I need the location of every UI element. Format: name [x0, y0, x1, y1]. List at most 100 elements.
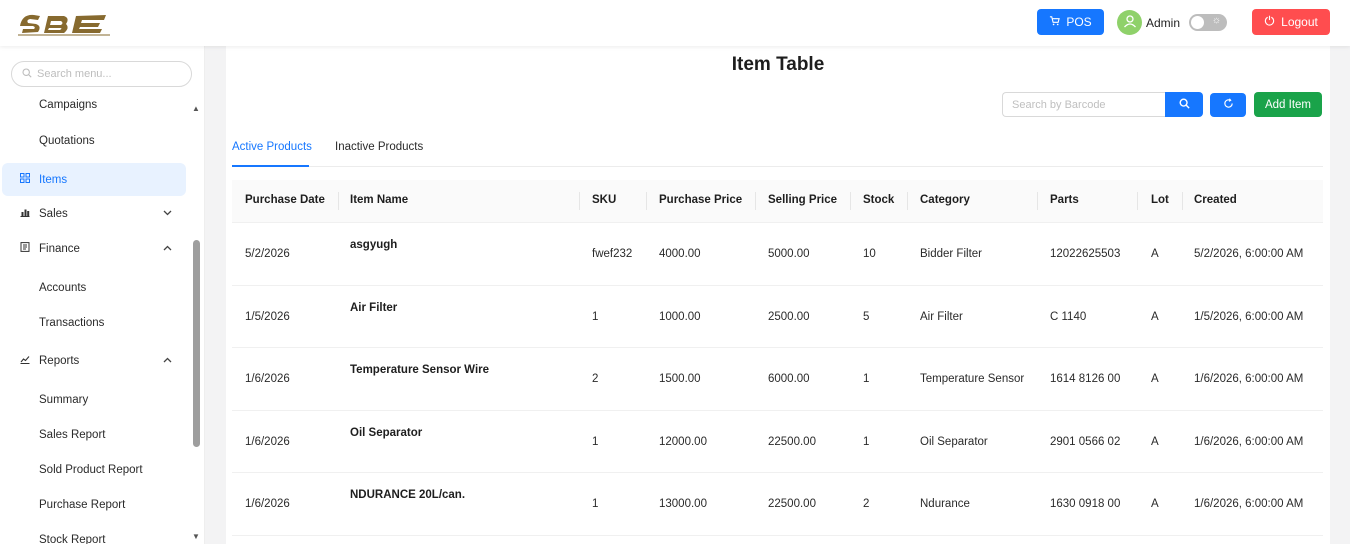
cell-stock: 10 — [863, 248, 876, 260]
cell-parts: 1630 0918 00 — [1050, 498, 1121, 511]
pos-label: POS — [1066, 15, 1092, 29]
sidebar-item-label: Stock Report — [39, 533, 106, 544]
column-divider — [646, 192, 647, 210]
cell-parts: 2901 0566 02 — [1050, 435, 1121, 448]
sidebar-item-transactions[interactable]: Transactions — [0, 306, 186, 339]
table-row[interactable]: 1/5/2026 Air Filter 1 1000.00 2500.00 5 … — [232, 286, 1323, 349]
table-row[interactable]: 1/6/2026 NDURANCE 20L/can. 1 13000.00 22… — [232, 473, 1323, 536]
table-row[interactable]: 5/2/2026 asgyugh fwef232 4000.00 5000.00… — [232, 223, 1323, 286]
col-purchase-date[interactable]: Purchase Date — [245, 194, 325, 206]
cell-created: 1/5/2026, 6:00:00 AM — [1194, 310, 1304, 323]
sidebar-item-label: Purchase Report — [39, 498, 126, 511]
chevron-down-icon — [163, 208, 172, 219]
cell-category: Bidder Filter — [920, 248, 982, 260]
logout-button[interactable]: Logout — [1252, 9, 1330, 35]
sidebar-item-sales-report[interactable]: Sales Report — [0, 418, 186, 451]
sidebar-item-label: Sales Report — [39, 428, 106, 441]
sidebar: Search menu... Campaigns Quotations Item… — [0, 46, 205, 544]
column-divider — [755, 192, 756, 210]
col-lot[interactable]: Lot — [1151, 194, 1169, 206]
sidebar-item-purchase-report[interactable]: Purchase Report — [0, 488, 186, 521]
column-divider — [1037, 192, 1038, 210]
sidebar-item-accounts[interactable]: Accounts — [0, 271, 186, 304]
column-divider — [338, 192, 339, 210]
col-created[interactable]: Created — [1194, 194, 1237, 206]
user-icon — [1123, 14, 1137, 31]
sidebar-item-label: Accounts — [39, 281, 87, 294]
col-purchase-price[interactable]: Purchase Price — [659, 194, 742, 206]
theme-toggle[interactable]: ☼ — [1189, 14, 1227, 31]
cell-created: 1/6/2026, 6:00:00 AM — [1194, 373, 1304, 386]
sidebar-item-label: Items — [39, 173, 68, 186]
sidebar-item-label: Transactions — [39, 316, 105, 329]
avatar[interactable] — [1117, 10, 1142, 35]
sidebar-scrollbar-thumb[interactable] — [193, 240, 200, 447]
cell-parts: C 1140 — [1050, 310, 1087, 323]
active-tab-indicator — [232, 165, 309, 167]
col-parts[interactable]: Parts — [1050, 194, 1079, 206]
sidebar-item-sold-product-report[interactable]: Sold Product Report — [0, 453, 186, 486]
chevron-up-icon — [163, 243, 172, 254]
sidebar-item-label: Summary — [39, 393, 89, 406]
brand-logo[interactable] — [16, 6, 114, 38]
table-row[interactable]: 1/6/2026 Oil Separator 1 12000.00 22500.… — [232, 411, 1323, 474]
cell-stock: 2 — [863, 498, 870, 511]
cell-purchase-date: 1/6/2026 — [245, 435, 290, 448]
table-row[interactable]: 1/6/2026 Temperature Sensor Wire 2 1500.… — [232, 348, 1323, 411]
logout-label: Logout — [1281, 15, 1318, 29]
ledger-icon — [20, 242, 30, 255]
search-menu-input[interactable]: Search menu... — [11, 61, 192, 87]
column-divider — [907, 192, 908, 210]
scroll-down-arrow-icon[interactable]: ▼ — [192, 532, 200, 541]
sidebar-item-summary[interactable]: Summary — [0, 383, 186, 416]
sidebar-item-label: Reports — [39, 354, 80, 367]
col-stock[interactable]: Stock — [863, 194, 894, 206]
cell-stock: 1 — [863, 435, 870, 448]
column-divider — [1182, 192, 1183, 210]
col-sku[interactable]: SKU — [592, 194, 616, 206]
sidebar-item-finance[interactable]: Finance — [0, 232, 186, 265]
product-tabs: Active Products Inactive Products — [232, 136, 1323, 167]
cell-created: 1/6/2026, 6:00:00 AM — [1194, 498, 1304, 511]
sidebar-item-sales[interactable]: Sales — [0, 197, 186, 230]
search-icon — [22, 67, 32, 81]
col-category[interactable]: Category — [920, 194, 970, 206]
barcode-search-button[interactable] — [1165, 92, 1203, 117]
cell-selling-price: 22500.00 — [768, 435, 816, 448]
cell-sku: fwef232 — [592, 248, 633, 260]
refresh-button[interactable] — [1210, 93, 1246, 117]
sidebar-item-stock-report[interactable]: Stock Report — [0, 523, 186, 544]
cell-lot: A — [1151, 435, 1159, 448]
cell-purchase-price: 13000.00 — [659, 498, 707, 511]
grid-icon — [20, 173, 30, 186]
cell-item-name: Temperature Sensor Wire — [350, 364, 490, 377]
sidebar-item-label: Sales — [39, 207, 68, 220]
sidebar-item-reports[interactable]: Reports — [0, 344, 186, 377]
cell-item-name: Oil Separator — [350, 426, 423, 439]
top-header: POS Admin ☼ Logout — [0, 0, 1350, 46]
sidebar-item-items[interactable]: Items — [2, 163, 186, 196]
cell-sku: 2 — [592, 373, 599, 386]
cell-item-name: NDURANCE 20L/can. — [350, 489, 466, 502]
cell-sku: 1 — [592, 498, 599, 511]
barcode-placeholder: Search by Barcode — [1012, 98, 1106, 111]
column-divider — [1137, 192, 1138, 210]
add-item-button[interactable]: Add Item — [1254, 92, 1322, 117]
cell-stock: 1 — [863, 373, 870, 386]
sidebar-item-quotations[interactable]: Quotations — [0, 124, 186, 157]
barcode-search-input[interactable]: Search by Barcode — [1002, 92, 1166, 117]
cell-item-name: asgyugh — [350, 239, 398, 251]
tab-inactive-products[interactable]: Inactive Products — [335, 141, 423, 153]
logout-icon — [1264, 15, 1275, 29]
cell-category: Ndurance — [920, 498, 970, 511]
scroll-up-arrow-icon[interactable]: ▲ — [192, 104, 200, 113]
sidebar-item-campaigns[interactable]: Campaigns — [0, 88, 186, 121]
cell-purchase-date: 5/2/2026 — [245, 248, 290, 260]
pos-button[interactable]: POS — [1037, 9, 1104, 35]
cell-lot: A — [1151, 248, 1159, 260]
tab-active-products[interactable]: Active Products — [232, 141, 312, 153]
page-title: Item Table — [731, 54, 825, 75]
col-item-name[interactable]: Item Name — [350, 194, 408, 206]
col-selling-price[interactable]: Selling Price — [768, 194, 837, 206]
cell-lot: A — [1151, 310, 1159, 323]
